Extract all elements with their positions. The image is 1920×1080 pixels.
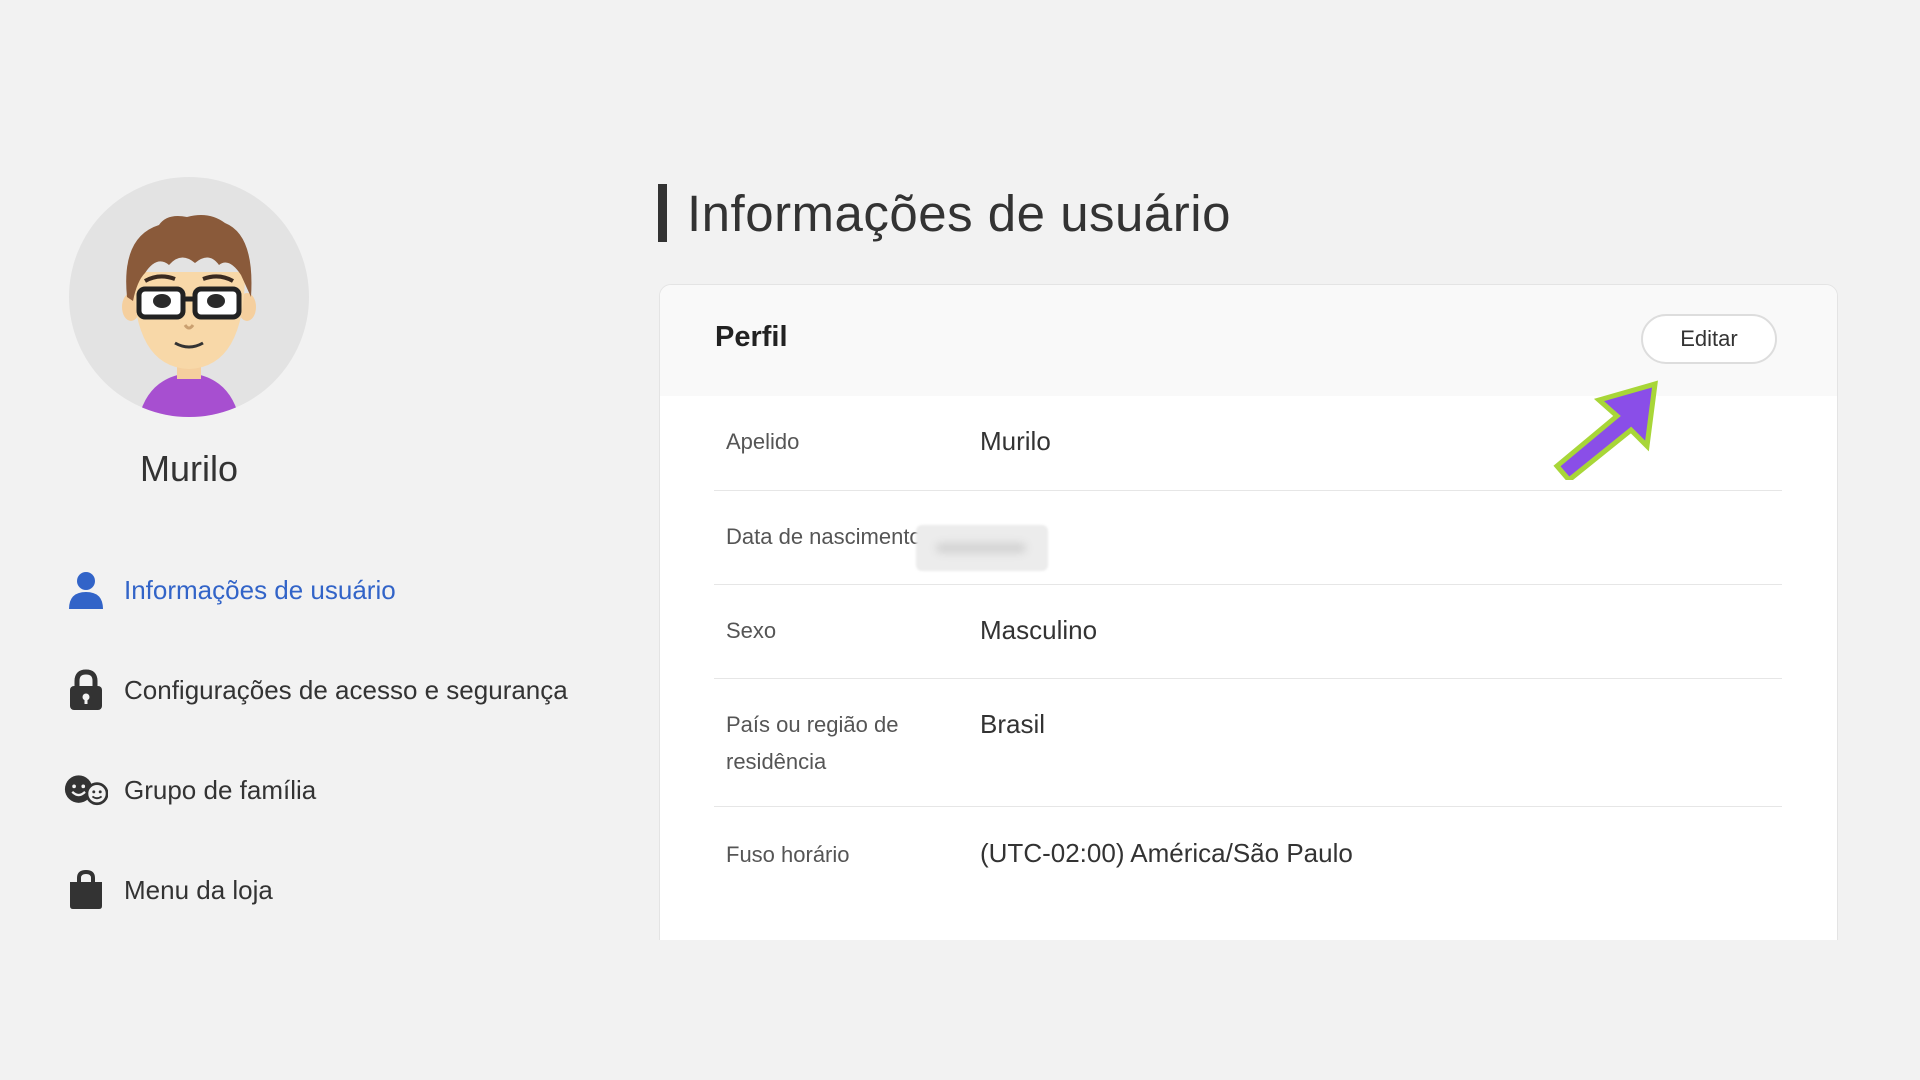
- field-value: Murilo: [980, 426, 1051, 456]
- avatar: [69, 177, 309, 417]
- field-value: (UTC-02:00) América/São Paulo: [980, 838, 1353, 868]
- person-icon: [64, 568, 108, 612]
- sidebar-item-family-group[interactable]: Grupo de família: [64, 765, 584, 815]
- field-row-gender: Sexo Masculino: [714, 585, 1782, 679]
- shopping-bag-icon: [64, 868, 108, 912]
- field-row-country: País ou região de residência Brasil: [714, 679, 1782, 807]
- sidebar-item-label: Configurações de acesso e segurança: [124, 674, 568, 705]
- field-label: País ou região de residência: [726, 712, 899, 774]
- redacted-birthdate: [916, 525, 1048, 571]
- sidebar-item-label: Informações de usuário: [124, 574, 396, 605]
- page-title-text: Informações de usuário: [687, 184, 1231, 242]
- profile-card: Perfil Editar Apelido Murilo Data de nas…: [659, 284, 1838, 940]
- title-accent-bar: [658, 184, 667, 242]
- sidebar-item-label: Grupo de família: [124, 774, 317, 805]
- arrow-pointer-icon: [1553, 380, 1658, 480]
- edit-button[interactable]: Editar: [1641, 314, 1777, 364]
- profile-username: Murilo: [139, 448, 238, 489]
- family-icon: [64, 768, 108, 812]
- field-value: Masculino: [980, 615, 1098, 645]
- field-row-timezone: Fuso horário (UTC-02:00) América/São Pau…: [714, 807, 1782, 900]
- sidebar-item-access-security[interactable]: Configurações de acesso e segurança: [64, 665, 584, 715]
- field-row-birthdate: Data de nascimento: [714, 491, 1782, 585]
- field-label: Fuso horário: [726, 842, 850, 867]
- mii-avatar-icon: [122, 215, 256, 417]
- sidebar-item-shop-menu[interactable]: Menu da loja: [64, 865, 584, 915]
- field-value: Brasil: [980, 709, 1046, 739]
- field-label: Data de nascimento: [726, 524, 922, 549]
- sidebar-item-label: Menu da loja: [124, 874, 273, 905]
- page-title: Informações de usuário: [658, 183, 1231, 243]
- profile-card-title: Perfil: [715, 321, 788, 353]
- sidebar-item-user-info[interactable]: Informações de usuário: [64, 565, 584, 615]
- lock-icon: [64, 668, 108, 712]
- field-label: Sexo: [726, 618, 777, 643]
- field-label: Apelido: [726, 429, 800, 454]
